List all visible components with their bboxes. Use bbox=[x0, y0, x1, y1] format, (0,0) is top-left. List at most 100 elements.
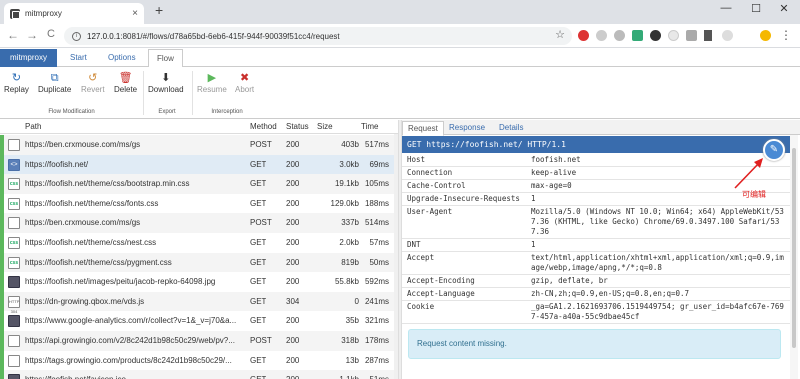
header-value[interactable]: zh-CN,zh;q=0.9,en-US;q=0.8,en;q=0.7 bbox=[531, 289, 786, 299]
mitmproxy-brand[interactable]: mitmproxy bbox=[0, 49, 57, 67]
cell-method: GET bbox=[250, 277, 267, 287]
table-row[interactable]: https://foofish.net/favicon.icoGET 200 1.1… bbox=[0, 370, 398, 379]
browser-tab[interactable]: mitmproxy × bbox=[4, 3, 144, 24]
col-header-path[interactable]: Path bbox=[25, 122, 41, 131]
header-name[interactable]: Accept-Encoding bbox=[407, 276, 475, 285]
cell-size: 35b bbox=[345, 316, 359, 326]
detail-scrollbar-thumb[interactable] bbox=[792, 148, 796, 348]
col-header-size[interactable]: Size bbox=[317, 122, 333, 131]
header-row[interactable]: Accept text/html,application/xhtml+xml,ap… bbox=[402, 252, 792, 275]
duplicate-button[interactable]: ⧉ Duplicate bbox=[38, 71, 71, 94]
header-name[interactable]: DNT bbox=[407, 240, 421, 249]
close-window-button[interactable]: ✕ bbox=[770, 2, 798, 15]
cell-status: 200 bbox=[286, 218, 300, 228]
profile-avatar[interactable] bbox=[760, 30, 771, 41]
extension-icon[interactable] bbox=[614, 30, 625, 41]
site-info-icon[interactable]: i bbox=[72, 31, 81, 41]
header-value[interactable]: text/html,application/xhtml+xml,applicat… bbox=[531, 253, 786, 273]
extension-icon[interactable] bbox=[668, 30, 679, 41]
cell-path: https://api.growingio.com/v2/8c242d1b98c… bbox=[25, 336, 235, 345]
table-row[interactable]: css https://foofish.net/theme/css/fonts.c… bbox=[0, 193, 398, 214]
abort-button[interactable]: ✖ Abort bbox=[235, 71, 254, 94]
extension-icon[interactable] bbox=[596, 30, 607, 41]
col-header-method[interactable]: Method bbox=[250, 122, 277, 131]
col-header-status[interactable]: Status bbox=[286, 122, 309, 131]
header-row[interactable]: Upgrade-Insecure-Requests 1 bbox=[402, 193, 792, 206]
tab-request[interactable]: Request bbox=[402, 121, 444, 136]
header-name[interactable]: Connection bbox=[407, 168, 452, 177]
header-row[interactable]: Cookie _ga=GA1.2.1621693706.1519449754; g… bbox=[402, 301, 792, 324]
cell-status: 304 bbox=[286, 296, 300, 306]
cell-path: https://ben.crxmouse.com/ms/gs bbox=[25, 140, 141, 149]
browser-menu-icon[interactable]: ⋮ bbox=[778, 28, 794, 42]
extension-icon[interactable] bbox=[686, 30, 697, 41]
resume-button[interactable]: ▶ Resume bbox=[197, 71, 227, 94]
header-value[interactable]: 1 bbox=[531, 240, 786, 250]
revert-button[interactable]: ↺ Revert bbox=[81, 71, 105, 94]
tab-response[interactable]: Response bbox=[444, 121, 490, 135]
cell-time: 287ms bbox=[364, 355, 389, 365]
minimize-window-button[interactable]: — bbox=[712, 2, 740, 14]
css-file-icon: css bbox=[8, 256, 20, 269]
header-row[interactable]: User-Agent Mozilla/5.0 (Windows NT 10.0; … bbox=[402, 206, 792, 239]
table-row[interactable]: HTTP 304 https://dn-growing.qbox.me/vds.j… bbox=[0, 291, 398, 314]
browser-toolbar: ← → C i 127.0.0.1:8081/#/flows/d78a65bd-… bbox=[0, 24, 800, 48]
header-name[interactable]: Accept-Language bbox=[407, 289, 475, 298]
replay-button[interactable]: ↻ Replay bbox=[4, 71, 29, 94]
cell-status: 200 bbox=[286, 140, 300, 149]
maximize-window-button[interactable]: ☐ bbox=[742, 2, 770, 15]
col-header-time[interactable]: Time bbox=[361, 122, 378, 131]
cell-path: https://foofish.net/theme/css/nest.css bbox=[25, 238, 157, 247]
resume-label: Resume bbox=[197, 85, 227, 94]
header-row[interactable]: Accept-Encoding gzip, deflate, br bbox=[402, 275, 792, 288]
header-name[interactable]: Upgrade-Insecure-Requests bbox=[407, 194, 520, 203]
header-name[interactable]: Host bbox=[407, 155, 425, 164]
table-row[interactable]: https://www.google-analytics.com/r/colle… bbox=[0, 311, 398, 331]
tab-start[interactable]: Start bbox=[62, 49, 95, 67]
back-button[interactable]: ← bbox=[5, 28, 21, 42]
close-tab-icon[interactable]: × bbox=[132, 8, 138, 19]
delete-label: Delete bbox=[114, 85, 138, 94]
header-row[interactable]: Accept-Language zh-CN,zh;q=0.9,en-US;q=0.… bbox=[402, 288, 792, 301]
extension-icon[interactable] bbox=[650, 30, 661, 41]
header-name[interactable]: Cache-Control bbox=[407, 181, 466, 190]
flow-table-header: Path Method Status Size Time bbox=[0, 120, 398, 134]
table-row[interactable]: css https://foofish.net/theme/css/pygment… bbox=[0, 252, 398, 273]
row-marker bbox=[0, 252, 4, 273]
header-name[interactable]: Accept bbox=[407, 253, 434, 262]
edit-pencil-button[interactable]: ✎ bbox=[763, 139, 785, 161]
cell-method: GET bbox=[250, 198, 267, 208]
table-row[interactable]: https://foofish.net/images/peitu/jacob-r… bbox=[0, 272, 398, 292]
download-button[interactable]: ⬇ Download bbox=[148, 71, 184, 94]
table-row[interactable]: css https://foofish.net/theme/css/bootstr… bbox=[0, 174, 398, 194]
bookmark-star-icon[interactable]: ☆ bbox=[552, 28, 568, 41]
tab-flow[interactable]: Flow bbox=[148, 49, 183, 68]
delete-button[interactable]: 🗑 Delete bbox=[114, 71, 137, 94]
table-row[interactable]: https://api.growingio.com/v2/8c242d1b98c… bbox=[0, 331, 398, 351]
header-value[interactable]: gzip, deflate, br bbox=[531, 276, 786, 286]
extension-icon[interactable] bbox=[632, 30, 643, 41]
flow-toolbar: ↻ Replay ⧉ Duplicate ↺ Revert 🗑 Delete F… bbox=[0, 67, 800, 119]
reload-button[interactable]: C bbox=[43, 28, 59, 40]
row-marker bbox=[0, 174, 4, 194]
tab-details[interactable]: Details bbox=[494, 121, 528, 135]
duplicate-icon: ⧉ bbox=[50, 72, 59, 84]
header-name[interactable]: User-Agent bbox=[407, 207, 452, 216]
header-value[interactable]: Mozilla/5.0 (Windows NT 10.0; Win64; x64… bbox=[531, 207, 786, 237]
table-row[interactable]: css https://foofish.net/theme/css/nest.cs… bbox=[0, 233, 398, 253]
table-row[interactable]: <> https://foofish.net/GET 200 3.0kb 69ms bbox=[0, 154, 398, 175]
table-row[interactable]: https://ben.crxmouse.com/ms/gs POST 200 403… bbox=[0, 135, 398, 155]
header-name[interactable]: Cookie bbox=[407, 302, 434, 311]
address-bar[interactable]: i 127.0.0.1:8081/#/flows/d78a65bd-6eb6-4… bbox=[64, 27, 572, 45]
adblock-extension-icon[interactable] bbox=[578, 30, 589, 41]
table-row[interactable]: https://tags.growingio.com/products/8c24… bbox=[0, 350, 398, 371]
download-extension-icon[interactable] bbox=[704, 30, 712, 41]
cell-time: 105ms bbox=[364, 179, 389, 189]
forward-button[interactable]: → bbox=[24, 28, 40, 42]
tab-options[interactable]: Options bbox=[100, 49, 144, 67]
new-tab-button[interactable]: + bbox=[155, 2, 163, 18]
table-row[interactable]: https://ben.crxmouse.com/ms/gs POST 200 337… bbox=[0, 213, 398, 233]
header-row[interactable]: DNT 1 bbox=[402, 239, 792, 252]
header-value[interactable]: _ga=GA1.2.1621693706.1519449754; gr_user… bbox=[531, 302, 786, 322]
extension-icon[interactable] bbox=[722, 30, 733, 41]
